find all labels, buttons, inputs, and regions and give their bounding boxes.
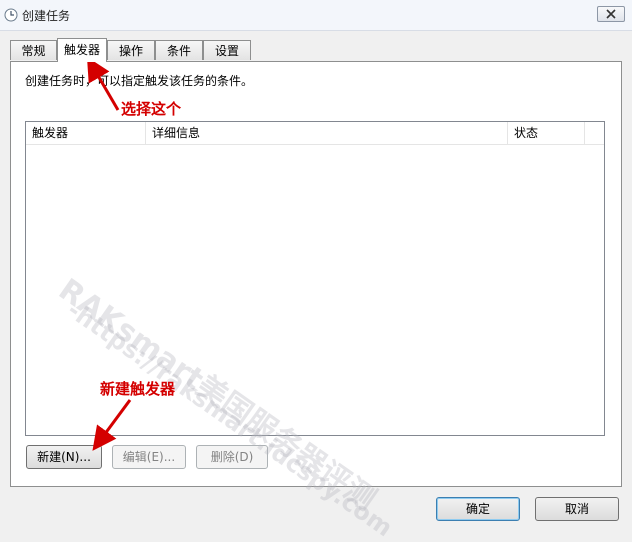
tab-triggers[interactable]: 触发器 [57,38,107,62]
tab-label: 触发器 [63,43,100,57]
arrow-to-new-button [92,399,132,451]
arrow-to-tab [86,56,120,111]
annotation-arrows [86,56,132,451]
